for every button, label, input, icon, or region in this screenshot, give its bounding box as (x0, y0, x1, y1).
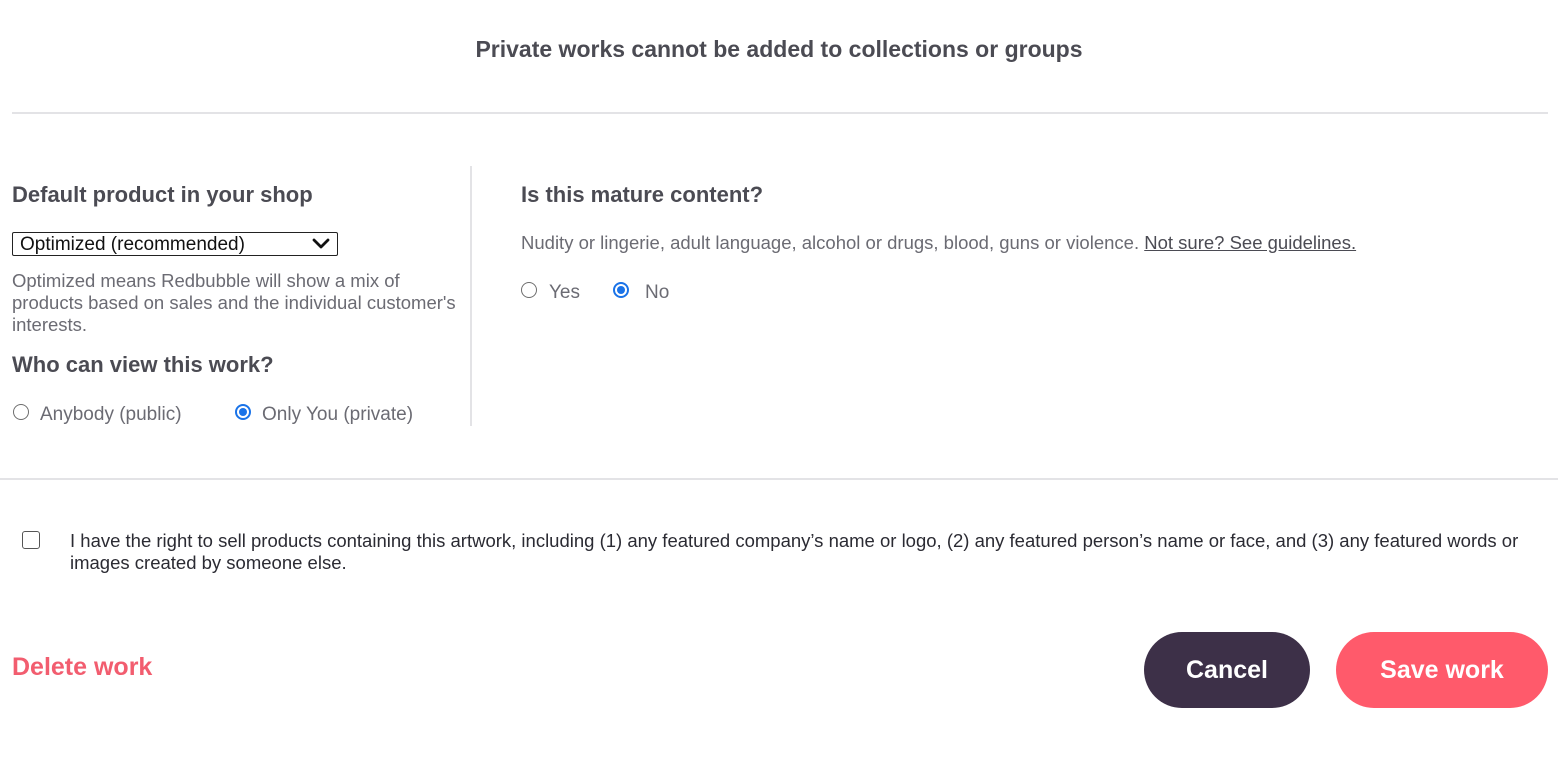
top-divider (12, 112, 1548, 114)
default-product-value: Optimized (recommended) (20, 234, 245, 255)
default-product-heading: Default product in your shop (12, 182, 313, 207)
default-product-help: Optimized means Redbubble will show a mi… (12, 270, 456, 335)
cancel-button[interactable]: Cancel (1144, 632, 1310, 708)
mature-description: Nudity or lingerie, adult language, alco… (521, 232, 1356, 254)
visibility-private-label[interactable]: Only You (private) (262, 404, 413, 426)
guidelines-link[interactable]: Not sure? See guidelines. (1144, 232, 1356, 253)
mature-yes-label[interactable]: Yes (549, 282, 580, 304)
middle-divider (0, 478, 1558, 480)
chevron-down-icon (312, 238, 330, 249)
mature-no-radio[interactable] (613, 282, 629, 298)
mature-heading: Is this mature content? (521, 182, 764, 207)
mature-no-label[interactable]: No (645, 282, 669, 304)
column-divider (470, 166, 472, 426)
private-notice: Private works cannot be added to collect… (475, 36, 1083, 62)
rights-text[interactable]: I have the right to sell products contai… (70, 530, 1548, 574)
visibility-heading: Who can view this work? (12, 352, 274, 377)
mature-yes-radio[interactable] (521, 282, 537, 298)
save-work-button[interactable]: Save work (1336, 632, 1548, 708)
mature-description-text: Nudity or lingerie, adult language, alco… (521, 232, 1140, 253)
rights-checkbox[interactable] (22, 531, 40, 549)
delete-work-button[interactable]: Delete work (12, 653, 152, 682)
default-product-select[interactable]: Optimized (recommended) (12, 232, 338, 256)
visibility-public-radio[interactable] (13, 404, 29, 420)
visibility-private-radio[interactable] (235, 404, 251, 420)
visibility-public-label[interactable]: Anybody (public) (40, 404, 182, 426)
